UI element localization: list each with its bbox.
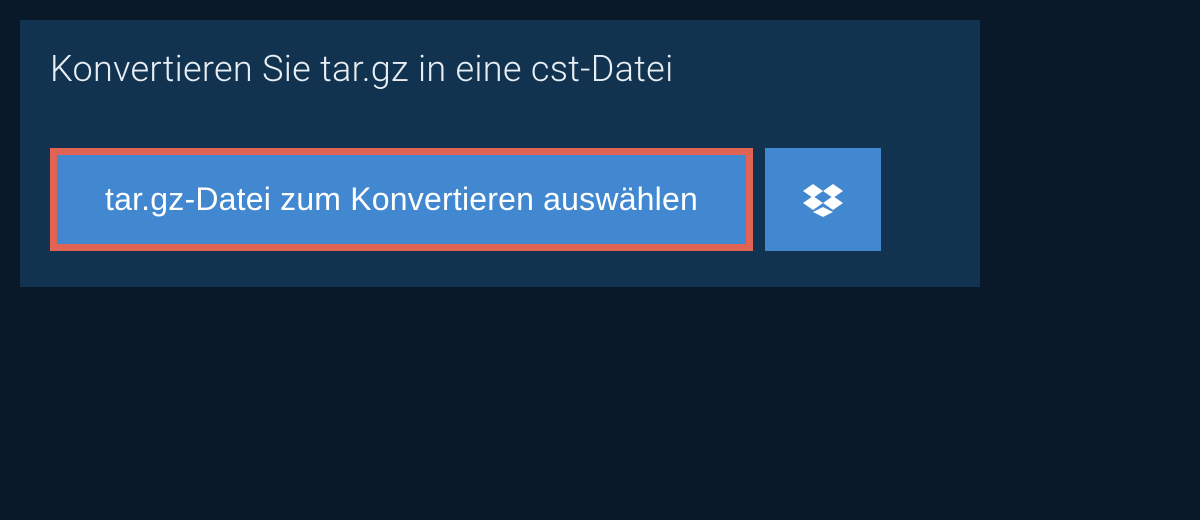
- action-row: tar.gz-Datei zum Konvertieren auswählen: [20, 118, 980, 287]
- dropbox-button[interactable]: [765, 148, 881, 251]
- select-file-button[interactable]: tar.gz-Datei zum Konvertieren auswählen: [57, 155, 746, 244]
- panel-header: Konvertieren Sie tar.gz in eine cst-Date…: [20, 20, 980, 118]
- dropbox-icon: [803, 183, 843, 217]
- page-title: Konvertieren Sie tar.gz in eine cst-Date…: [50, 48, 950, 90]
- converter-panel: Konvertieren Sie tar.gz in eine cst-Date…: [20, 20, 980, 287]
- select-file-highlight: tar.gz-Datei zum Konvertieren auswählen: [50, 148, 753, 251]
- select-file-label: tar.gz-Datei zum Konvertieren auswählen: [105, 181, 698, 217]
